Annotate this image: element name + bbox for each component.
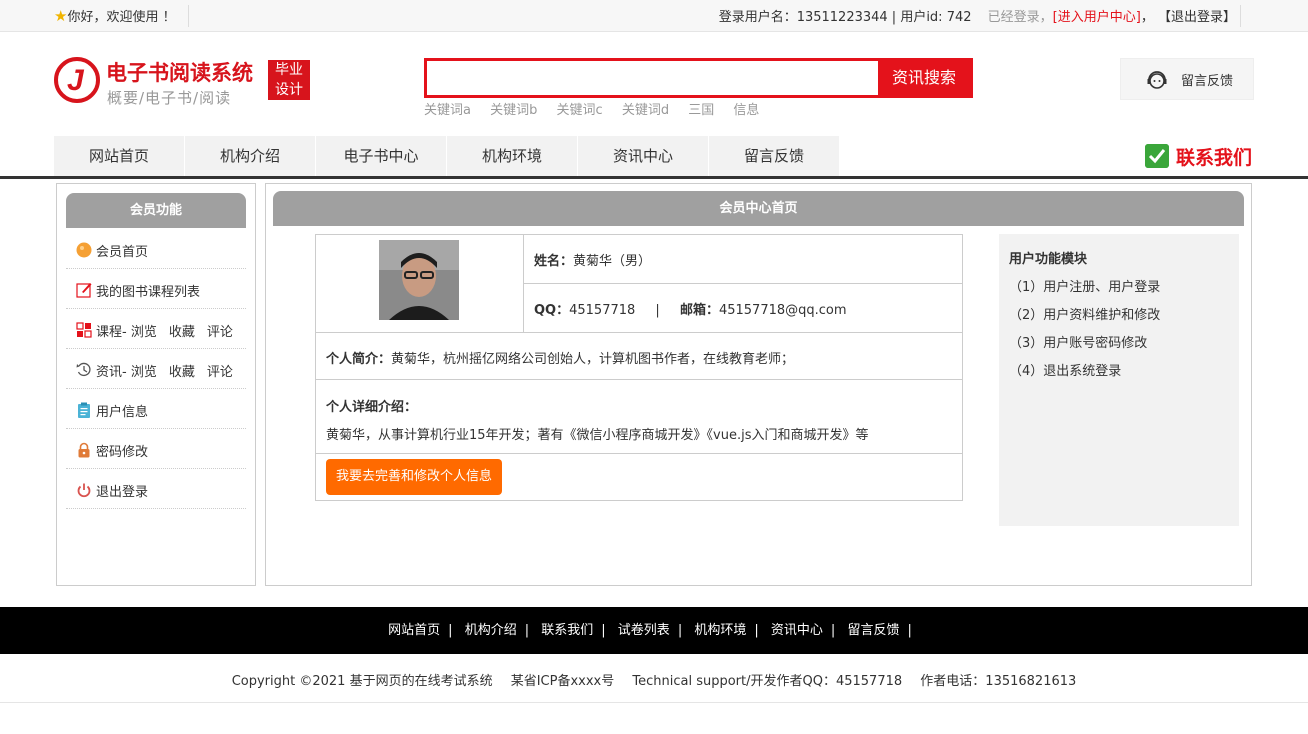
power-icon — [77, 483, 91, 498]
contact-us-label: 联系我们 — [1176, 147, 1253, 169]
keyword-link[interactable]: 关键词c — [557, 103, 603, 118]
logo-badge: 毕业 设计 — [268, 60, 310, 100]
enter-user-center-link[interactable]: [进入用户中心] — [1053, 10, 1141, 25]
email-label: 邮箱： — [679, 303, 719, 318]
nav-item-feedback[interactable]: 留言反馈 — [709, 136, 839, 176]
keyword-link[interactable]: 三国 — [688, 103, 714, 118]
footer-link-contact[interactable]: 联系我们 — [541, 623, 593, 638]
copyright: Copyright ©2021 基于网页的在线考试系统 某省ICP备xxxx号 … — [0, 670, 1308, 689]
profile-card: 姓名：黄菊华（男） QQ：45157718 | 邮箱：45157718@qq.c… — [315, 234, 963, 501]
contact-row: QQ：45157718 | 邮箱：45157718@qq.com — [524, 284, 962, 333]
user-modules-box: 用户功能模块 （1）用户注册、用户登录 （2）用户资料维护和修改 （3）用户账号… — [999, 234, 1239, 526]
sidebar-item-my-books[interactable]: 我的图书课程列表 — [66, 269, 246, 309]
grid-icon — [76, 322, 92, 338]
sidebar-item-news[interactable]: 资讯- 浏览 收藏 评论 — [66, 349, 246, 389]
phone-text: 作者电话：13516821613 — [920, 674, 1077, 689]
name-row: 姓名：黄菊华（男） — [524, 235, 962, 284]
member-sidebar: 会员功能 会员首页 我的图书课程列表 课程- 浏览 收藏 评论 资讯- 浏览 收藏 评论… — [56, 183, 256, 586]
footer-link-exams[interactable]: 试卷列表 — [618, 623, 670, 638]
logo-title: 电子书阅读系统 — [106, 61, 253, 85]
sidebar-item-courses[interactable]: 课程- 浏览 收藏 评论 — [66, 309, 246, 349]
divider — [1240, 5, 1241, 27]
email-value: 45157718@qq.com — [718, 303, 847, 318]
footer-link-home[interactable]: 网站首页 — [388, 623, 440, 638]
footer-nav: 网站首页 | 机构介绍 | 联系我们 | 试卷列表 | 机构环境 | 资讯中心 | 留言反馈… — [0, 607, 1308, 654]
logout-link[interactable]: 【退出登录】 — [1158, 10, 1236, 25]
divider — [0, 702, 1308, 703]
logo-subtitle: 概要/电子书/阅读 — [107, 89, 232, 107]
welcome-text: ★你好，欢迎使用 ！ — [54, 7, 176, 25]
panel-title: 会员中心首页 — [273, 191, 1244, 226]
search-button[interactable]: 资讯搜索 — [878, 61, 970, 95]
sidebar-item-logout[interactable]: 退出登录 — [66, 469, 246, 509]
hot-keywords: 关键词a 关键词b 关键词c 关键词d 三国 信息 — [424, 99, 774, 118]
footer-link-feedback[interactable]: 留言反馈 — [847, 623, 899, 638]
headset-icon — [1147, 71, 1167, 89]
top-bar: ★你好，欢迎使用 ！ 登录用户名：13511223344 | 用户id: 742… — [0, 0, 1308, 32]
intro-label: 个人简介： — [326, 352, 392, 367]
avatar — [379, 240, 459, 320]
sidebar-item-member-home[interactable]: 会员首页 — [66, 229, 246, 269]
check-edit-icon — [1145, 144, 1169, 168]
circle-icon — [76, 242, 92, 258]
person-photo-icon — [379, 240, 459, 320]
nav-underline — [0, 176, 1308, 179]
footer-link-environment[interactable]: 机构环境 — [694, 623, 746, 638]
avatar-cell — [316, 235, 524, 333]
user-status: 登录用户名：13511223344 | 用户id: 742 已经登录，[进入用户… — [719, 6, 1236, 25]
lock-icon — [78, 442, 90, 458]
module-item: （2）用户资料维护和修改 — [1009, 308, 1161, 323]
nav-item-home[interactable]: 网站首页 — [54, 136, 184, 176]
qq-value: 45157718 — [569, 303, 636, 318]
sidebar-title: 会员功能 — [66, 193, 246, 228]
site-logo[interactable]: J 电子书阅读系统 概要/电子书/阅读 毕业 设计 — [54, 57, 314, 107]
member-center-panel: 会员中心首页 姓名：黄菊华（男） QQ：45157718 | 邮箱：451577… — [265, 183, 1252, 586]
clock-icon — [76, 362, 91, 377]
nav-item-news[interactable]: 资讯中心 — [578, 136, 708, 176]
detail-row: 个人详细介绍： 黄菊华，从事计算机行业15年开发；著有《微信小程序商城开发》《v… — [316, 380, 962, 454]
footer-link-about[interactable]: 机构介绍 — [465, 623, 517, 638]
module-item: （4）退出系统登录 — [1009, 364, 1122, 379]
feedback-button[interactable]: 留言反馈 — [1120, 58, 1254, 100]
search-input[interactable] — [427, 61, 878, 95]
support-text: Technical support/开发作者QQ：45157718 — [632, 674, 903, 689]
feedback-label: 留言反馈 — [1181, 74, 1234, 89]
nav-item-ebooks[interactable]: 电子书中心 — [316, 136, 446, 176]
sidebar-menu: 会员首页 我的图书课程列表 课程- 浏览 收藏 评论 资讯- 浏览 收藏 评论 用户信息… — [66, 229, 246, 509]
detail-value: 黄菊华，从事计算机行业15年开发；著有《微信小程序商城开发》《vue.js入门和… — [326, 428, 869, 443]
edit-profile-button[interactable]: 我要去完善和修改个人信息 — [326, 459, 502, 495]
edit-icon — [76, 283, 92, 298]
copyright-text: Copyright ©2021 基于网页的在线考试系统 — [231, 674, 493, 689]
module-item: （1）用户注册、用户登录 — [1009, 280, 1161, 295]
name-label: 姓名： — [534, 254, 574, 269]
main-nav: 网站首页 机构介绍 电子书中心 机构环境 资讯中心 留言反馈 — [54, 136, 840, 176]
name-value: 黄菊华（男） — [573, 254, 652, 269]
login-user-info: 登录用户名：13511223344 | 用户id: 742 — [718, 10, 972, 25]
keyword-link[interactable]: 关键词a — [424, 103, 471, 118]
detail-label: 个人详细介绍： — [326, 400, 418, 415]
logo-icon: J — [54, 57, 100, 103]
divider: | — [655, 303, 660, 318]
modules-title: 用户功能模块 — [1009, 252, 1088, 267]
divider — [188, 5, 189, 27]
intro-row: 个人简介：黄菊华，杭州摇亿网络公司创始人，计算机图书作者，在线教育老师； — [316, 333, 962, 380]
login-status: 已经登录， — [987, 10, 1053, 25]
keyword-link[interactable]: 信息 — [733, 103, 759, 118]
module-item: （3）用户账号密码修改 — [1009, 336, 1148, 351]
sidebar-item-user-info[interactable]: 用户信息 — [66, 389, 246, 429]
comma: ， — [1140, 10, 1154, 25]
sidebar-item-password[interactable]: 密码修改 — [66, 429, 246, 469]
search-box: 资讯搜索 — [424, 58, 973, 98]
qq-label: QQ： — [534, 303, 570, 318]
nav-item-about[interactable]: 机构介绍 — [185, 136, 315, 176]
footer-link-news[interactable]: 资讯中心 — [771, 623, 823, 638]
icp-text: 某省ICP备xxxx号 — [510, 674, 615, 689]
keyword-link[interactable]: 关键词b — [490, 103, 537, 118]
intro-value: 黄菊华，杭州摇亿网络公司创始人，计算机图书作者，在线教育老师； — [391, 352, 795, 367]
nav-item-environment[interactable]: 机构环境 — [447, 136, 577, 176]
keyword-link[interactable]: 关键词d — [622, 103, 669, 118]
star-icon: ★ — [54, 7, 68, 25]
clipboard-icon — [78, 402, 90, 418]
